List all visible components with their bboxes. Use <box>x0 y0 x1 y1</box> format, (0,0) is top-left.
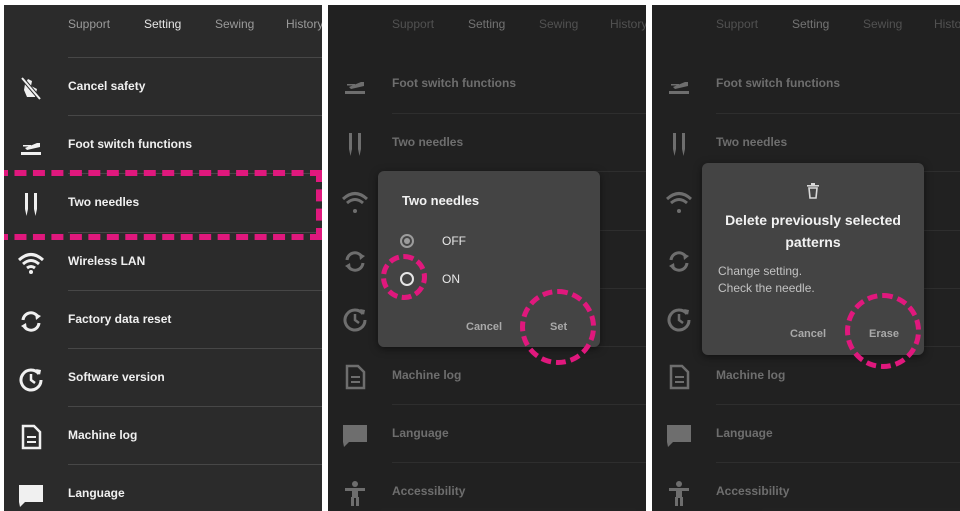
highlight-two-needles <box>4 170 322 240</box>
tab-bar: Support Setting Sewing History <box>4 5 322 45</box>
option-label: OFF <box>442 234 466 248</box>
tab-support[interactable]: Support <box>68 17 110 31</box>
message-line: Check the needle. <box>718 281 815 295</box>
cancel-button[interactable]: Cancel <box>790 328 826 340</box>
menu-label: Cancel safety <box>68 79 146 93</box>
menu-label: Foot switch functions <box>68 137 192 152</box>
sync-icon <box>21 311 41 332</box>
menu-item-factory-reset[interactable]: Factory data reset <box>21 289 322 348</box>
menu-item-language[interactable]: Language <box>19 464 322 511</box>
settings-screen-1: Support Setting Sewing History Cancel sa… <box>4 5 322 511</box>
tab-setting[interactable]: Setting <box>144 17 181 31</box>
foot-switch-icon <box>21 143 41 156</box>
menu-item-machine-log[interactable]: Machine log <box>21 406 322 464</box>
menu-label: Wireless LAN <box>68 253 146 268</box>
message-line: Change setting. <box>718 264 803 278</box>
highlight-erase-button <box>845 293 921 369</box>
menu-item-foot-switch[interactable]: Foot switch functions <box>21 115 322 173</box>
wifi-icon <box>18 252 44 274</box>
highlight-on-option <box>381 254 427 300</box>
menu-label: Machine log <box>68 428 138 443</box>
tab-sewing[interactable]: Sewing <box>215 17 254 31</box>
option-off[interactable]: OFF <box>400 233 466 248</box>
settings-screen-3: Support Setting Sewing History Foot swit… <box>652 5 960 511</box>
trash-icon <box>807 183 819 199</box>
settings-menu: Cancel safety Foot switch functions Two … <box>4 57 322 511</box>
menu-label: Factory data reset <box>68 311 172 326</box>
menu-label: Software version <box>68 369 165 384</box>
chat-bubble-icon <box>19 485 43 508</box>
option-label: ON <box>442 272 460 286</box>
document-icon <box>21 424 42 450</box>
highlight-set-button <box>520 289 596 365</box>
settings-screen-2: Support Setting Sewing History Foot swit… <box>328 5 646 511</box>
menu-item-cancel-safety[interactable]: Cancel safety <box>20 57 322 115</box>
menu-item-software-version[interactable]: Software version <box>19 347 322 406</box>
dialog-title-line: patterns <box>785 234 841 250</box>
no-touch-icon <box>20 76 42 101</box>
menu-item-wireless-lan[interactable]: Wireless LAN <box>18 231 322 290</box>
dialog-title-line: Delete previously selected <box>725 212 901 228</box>
dialog-title: Delete previously selected patterns <box>702 209 924 253</box>
dialog-message: Change setting. Check the needle. <box>718 263 815 297</box>
cancel-button[interactable]: Cancel <box>466 321 502 333</box>
update-clock-icon <box>19 368 43 392</box>
radio-selected-icon <box>400 233 414 248</box>
tab-history[interactable]: History <box>286 17 322 31</box>
dialog-title: Two needles <box>402 193 480 208</box>
menu-label: Language <box>68 486 125 501</box>
